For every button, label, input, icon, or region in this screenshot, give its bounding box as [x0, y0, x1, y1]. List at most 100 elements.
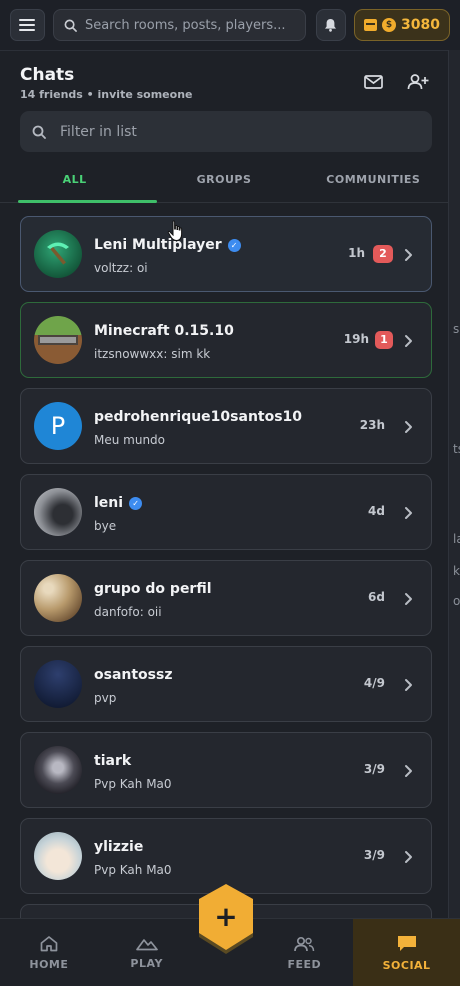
filter-field[interactable] [20, 111, 432, 152]
nav-label: HOME [29, 958, 69, 971]
chat-time: 1h [348, 246, 365, 260]
friends-summary[interactable]: 14 friends • invite someone [20, 88, 193, 101]
chat-item[interactable]: grupo do perfil danfofo: oii 6d [20, 560, 432, 636]
chat-name-text: Minecraft 0.15.10 [94, 323, 234, 339]
coin-balance: 3080 [401, 17, 440, 33]
chats-panel: Chats 14 friends • invite someone ALL GR… [0, 50, 448, 920]
gift-box-icon [364, 19, 378, 31]
chat-time: 3/9 [363, 762, 385, 776]
search-input[interactable] [84, 17, 295, 33]
search-icon [32, 125, 46, 139]
chat-name: osantossz [94, 667, 173, 683]
chat-item[interactable]: Minecraft 0.15.10 itzsnowwxx: sim kk 19h… [20, 302, 432, 378]
chevron-right-icon [405, 249, 412, 261]
chat-item[interactable]: P pedrohenrique10santos10 Meu mundo 23h [20, 388, 432, 464]
chat-tabs: ALL GROUPS COMMUNITIES [0, 163, 448, 203]
chat-name-text: pedrohenrique10santos10 [94, 409, 303, 425]
nav-play[interactable]: PLAY [98, 919, 196, 986]
chat-time: 4/9 [363, 676, 385, 690]
chevron-right-icon [405, 335, 412, 347]
background-text: or [453, 594, 460, 608]
panel-header: Chats 14 friends • invite someone [20, 65, 193, 101]
plus-icon: + [214, 900, 238, 933]
bell-icon [325, 19, 337, 32]
coin-balance-button[interactable]: $ 3080 [354, 9, 450, 41]
chevron-right-icon [405, 421, 412, 433]
chat-preview: Pvp Kah Ma0 [94, 777, 172, 791]
chat-name: grupo do perfil [94, 581, 212, 597]
background-text: la [453, 532, 460, 546]
nav-social[interactable]: SOCIAL [353, 919, 460, 986]
chat-time: 23h [359, 418, 385, 432]
chevron-right-icon [405, 593, 412, 605]
background-text: ts [453, 442, 460, 456]
menu-button[interactable] [10, 9, 45, 41]
chat-name-text: tiark [94, 753, 132, 769]
chat-name-text: Leni Multiplayer [94, 237, 222, 253]
cursor-hand-icon [167, 220, 183, 242]
chevron-right-icon [405, 679, 412, 691]
chat-item[interactable]: Leni Multiplayer ✓ voltzz: oi 1h 2 [20, 216, 432, 292]
chat-preview: voltzz: oi [94, 261, 148, 275]
unread-badge: 2 [373, 245, 393, 263]
avatar [34, 230, 82, 278]
avatar [34, 660, 82, 708]
chat-item[interactable]: leni ✓ bye 4d [20, 474, 432, 550]
nav-label: PLAY [130, 957, 163, 970]
background-text: k [453, 564, 460, 578]
chat-time: 6d [368, 590, 385, 604]
mail-icon[interactable] [363, 73, 385, 91]
chat-name: pedrohenrique10santos10 [94, 409, 302, 425]
chat-name: tiark [94, 753, 131, 769]
home-icon [40, 936, 58, 952]
chevron-right-icon [405, 507, 412, 519]
chat-preview: pvp [94, 691, 117, 705]
chevron-right-icon [405, 851, 412, 863]
hamburger-menu-icon [19, 19, 36, 31]
chat-time: 3/9 [363, 848, 385, 862]
mountain-icon [135, 939, 158, 951]
background-text: s [453, 322, 460, 336]
chat-name: ylizzie [94, 839, 143, 855]
chevron-right-icon [405, 765, 412, 777]
nav-label: FEED [287, 957, 322, 971]
verified-icon: ✓ [227, 238, 241, 252]
chat-time: 19h [343, 332, 369, 346]
add-friend-icon[interactable] [407, 73, 429, 91]
avatar [34, 746, 82, 794]
coin-icon: $ [382, 18, 397, 32]
chat-item[interactable]: osantossz pvp 4/9 [20, 646, 432, 722]
background-page-edge: s ts la k or [448, 50, 460, 920]
chat-name-text: leni [94, 495, 124, 511]
verified-icon: ✓ [129, 496, 143, 510]
chat-name: Minecraft 0.15.10 [94, 323, 234, 339]
avatar [34, 574, 82, 622]
chat-time: 4d [368, 504, 385, 518]
chat-preview: itzsnowwxx: sim kk [94, 347, 211, 361]
chat-item[interactable]: ylizzie Pvp Kah Ma0 3/9 [20, 818, 432, 894]
nav-label: SOCIAL [382, 959, 431, 972]
tab-all[interactable]: ALL [0, 163, 158, 203]
chat-preview: Meu mundo [94, 433, 166, 447]
notifications-button[interactable] [315, 9, 347, 41]
create-button[interactable]: + [195, 884, 257, 954]
unread-badge: 1 [375, 331, 393, 349]
pickaxe-icon [47, 242, 69, 265]
chat-preview: danfofo: oii [94, 605, 162, 619]
tab-communities[interactable]: COMMUNITIES [299, 163, 448, 202]
nav-feed[interactable]: FEED [255, 919, 353, 986]
nav-home[interactable]: HOME [0, 919, 98, 986]
filter-input[interactable] [60, 123, 400, 140]
chat-name-text: ylizzie [94, 839, 144, 855]
avatar [34, 316, 82, 364]
chat-item[interactable]: tiark Pvp Kah Ma0 3/9 [20, 732, 432, 808]
avatar: P [34, 402, 82, 450]
global-search[interactable] [52, 9, 306, 41]
minecraft-logo-icon [38, 335, 78, 345]
people-icon [294, 936, 315, 951]
avatar-letter: P [50, 412, 66, 440]
tab-groups[interactable]: GROUPS [149, 163, 298, 202]
avatar [34, 832, 82, 880]
chat-preview: bye [94, 519, 117, 533]
top-bar: $ 3080 [0, 0, 460, 50]
